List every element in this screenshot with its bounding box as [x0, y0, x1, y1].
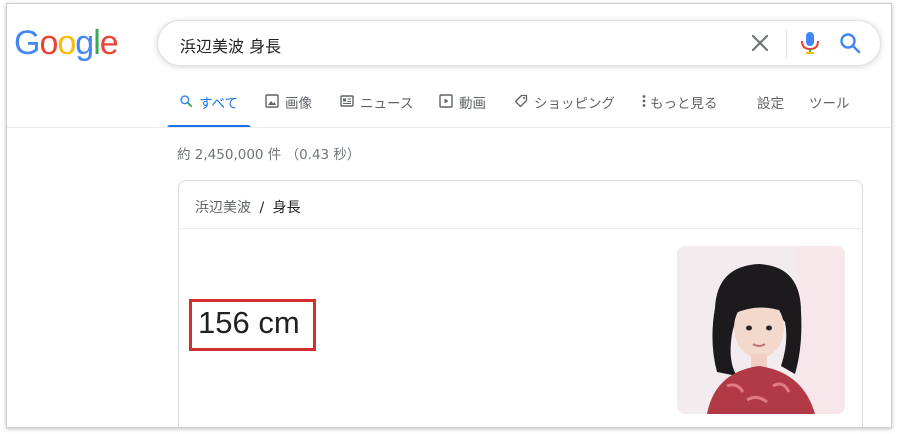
microphone-icon[interactable] — [798, 30, 822, 56]
logo-letter: o — [57, 24, 76, 62]
tab-label: もっと見る — [650, 96, 718, 112]
tab-label: ツール — [809, 96, 850, 112]
logo-letter: e — [99, 24, 119, 62]
portrait-photo[interactable] — [677, 246, 845, 414]
logo-letter: o — [39, 24, 58, 62]
card-divider — [179, 228, 862, 229]
browser-frame: Google 浜辺美波 身長 すべて 画像 ニュース 動画 ショッピング もっと… — [6, 3, 892, 428]
tab-label: 動画 — [459, 96, 486, 112]
search-icon[interactable] — [838, 31, 862, 55]
close-icon[interactable] — [748, 31, 772, 55]
tab-label: ニュース — [360, 96, 414, 112]
tag-icon — [514, 94, 528, 108]
height-answer: 156 cm — [198, 305, 300, 340]
tab-news[interactable]: ニュース — [340, 92, 413, 126]
tab-all[interactable]: すべて — [167, 92, 251, 128]
result-stats: 約 2,450,000 件 （0.43 秒） — [177, 147, 361, 163]
search-divider — [786, 29, 787, 59]
logo-letter: G — [14, 24, 40, 62]
tab-images[interactable]: 画像 — [265, 92, 312, 126]
tab-label: ショッピング — [534, 96, 615, 112]
tab-label: 設定 — [757, 96, 784, 112]
breadcrumb-separator: / — [259, 200, 265, 216]
knowledge-card: 浜辺美波 / 身長 156 cm — [178, 180, 863, 427]
portrait-image — [677, 246, 845, 414]
search-input[interactable]: 浜辺美波 身長 — [180, 33, 281, 57]
tab-tools[interactable]: ツール — [809, 92, 850, 126]
more-vert-icon — [642, 95, 646, 107]
tab-label: 画像 — [285, 96, 312, 112]
tab-settings[interactable]: 設定 — [757, 92, 784, 126]
tab-shopping[interactable]: ショッピング — [514, 92, 615, 126]
tab-label: すべて — [199, 96, 239, 112]
image-icon — [265, 94, 279, 108]
answer-highlight-box: 156 cm — [189, 299, 316, 351]
logo-letter: g — [75, 24, 94, 62]
tab-videos[interactable]: 動画 — [439, 92, 486, 126]
breadcrumb-parent[interactable]: 浜辺美波 — [195, 200, 251, 216]
search-box[interactable]: 浜辺美波 身長 — [157, 20, 881, 66]
breadcrumb: 浜辺美波 / 身長 — [195, 197, 301, 217]
google-logo[interactable]: Google — [14, 23, 119, 63]
search-icon — [180, 95, 193, 108]
breadcrumb-current: 身長 — [272, 200, 301, 216]
video-icon — [439, 94, 453, 108]
header-divider — [7, 127, 891, 128]
news-icon — [340, 95, 354, 107]
tab-more[interactable]: もっと見る — [641, 92, 718, 126]
